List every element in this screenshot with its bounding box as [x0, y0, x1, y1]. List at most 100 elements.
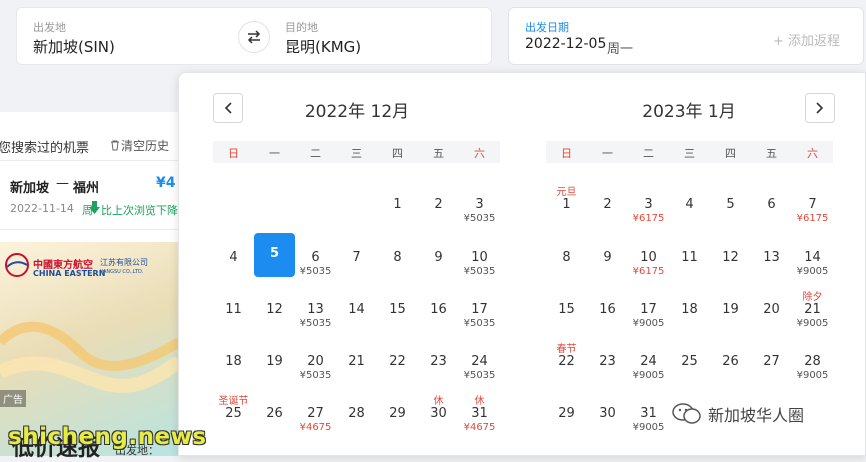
date-cell[interactable]: 31 ¥9005: [628, 386, 669, 436]
date-cell[interactable]: 19: [254, 334, 295, 384]
day-number: 15: [558, 302, 575, 317]
date-cell[interactable]: 11: [669, 230, 710, 280]
date-cell[interactable]: 21: [336, 334, 377, 384]
date-cell[interactable]: 除夕 21 ¥9005: [792, 282, 833, 332]
date-cell[interactable]: 7: [336, 230, 377, 280]
date-cell[interactable]: 11: [213, 282, 254, 332]
date-cell[interactable]: 28 ¥9005: [792, 334, 833, 384]
date-cell[interactable]: 17 ¥5035: [459, 282, 500, 332]
date-cell[interactable]: 14: [336, 282, 377, 332]
date-cell[interactable]: 12: [254, 282, 295, 332]
day-number: 11: [681, 250, 698, 265]
date-cell[interactable]: 23: [587, 334, 628, 384]
date-cell[interactable]: 17 ¥9005: [628, 282, 669, 332]
date-picker-calendar: 2022年 12月 2023年 1月 日 一 二 三 四 五 六 日 一 二 三…: [178, 72, 866, 456]
right-month-title: 2023年 1月: [642, 102, 736, 122]
date-cell[interactable]: 2: [418, 177, 459, 227]
weekday-label: 六: [474, 147, 485, 160]
date-cell[interactable]: 14 ¥9005: [792, 230, 833, 280]
dest-value[interactable]: 昆明(KMG): [285, 36, 361, 57]
route-price: ¥4: [156, 175, 176, 191]
weekday-label: 四: [725, 147, 736, 160]
day-price: ¥6175: [796, 213, 829, 224]
date-cell[interactable]: 5: [710, 177, 751, 227]
date-cell[interactable]: 9: [418, 230, 459, 280]
history-item[interactable]: 新加坡 — 福州 ¥4 2022-11-14 周 比上次浏览下降: [0, 161, 179, 229]
date-cell[interactable]: 18: [669, 282, 710, 332]
date-cell[interactable]: 1: [377, 177, 418, 227]
date-cell[interactable]: 28: [336, 386, 377, 436]
day-number: 8: [562, 250, 571, 265]
date-cell[interactable]: 9: [587, 230, 628, 280]
date-cell[interactable]: 休 31 ¥4675: [459, 386, 500, 436]
day-number: 10: [471, 250, 488, 265]
day-number: 6: [767, 197, 776, 212]
date-cell[interactable]: 30: [587, 386, 628, 436]
date-cell[interactable]: 26: [710, 334, 751, 384]
date-cell[interactable]: 春节 22: [546, 334, 587, 384]
clear-history-label: 清空历史: [121, 139, 170, 153]
date-cell[interactable]: 27 ¥4675: [295, 386, 336, 436]
day-price: ¥9005: [796, 370, 829, 381]
date-cell[interactable]: 10 ¥6175: [628, 230, 669, 280]
date-cell[interactable]: 20 ¥5035: [295, 334, 336, 384]
dest-label: 目的地: [285, 21, 318, 34]
add-return-button[interactable]: + 添加返程: [773, 30, 840, 49]
day-number: 17: [640, 302, 657, 317]
day-price: ¥6175: [632, 266, 665, 277]
day-number: 13: [307, 302, 324, 317]
date-cell[interactable]: 13: [751, 230, 792, 280]
date-cell[interactable]: 16: [418, 282, 459, 332]
day-number: 31: [471, 406, 488, 421]
selected-date-cell[interactable]: 5: [254, 233, 295, 277]
date-cell[interactable]: 8: [546, 230, 587, 280]
date-cell[interactable]: 15: [546, 282, 587, 332]
date-cell[interactable]: 26: [254, 386, 295, 436]
date-cell[interactable]: 12: [710, 230, 751, 280]
date-cell[interactable]: 16: [587, 282, 628, 332]
date-cell[interactable]: 27: [751, 334, 792, 384]
date-cell[interactable]: 22: [377, 334, 418, 384]
date-cell[interactable]: 23: [418, 334, 459, 384]
day-number: 30: [430, 406, 447, 421]
clear-history-button[interactable]: 清空历史: [110, 137, 169, 154]
day-number: 2: [434, 197, 443, 212]
date-cell[interactable]: 24 ¥9005: [628, 334, 669, 384]
day-number: 3: [475, 197, 484, 212]
date-cell[interactable]: 元旦 1: [546, 177, 587, 227]
date-cell[interactable]: 4: [669, 177, 710, 227]
date-cell[interactable]: 6 ¥5035: [295, 230, 336, 280]
date-cell[interactable]: 18: [213, 334, 254, 384]
date-cell[interactable]: 3 ¥5035: [459, 177, 500, 227]
day-number: 10: [640, 250, 657, 265]
date-cell[interactable]: 25: [669, 334, 710, 384]
date-cell[interactable]: 10 ¥5035: [459, 230, 500, 280]
day-number: 20: [763, 302, 780, 317]
date-cell[interactable]: 2: [587, 177, 628, 227]
date-cell[interactable]: 19: [710, 282, 751, 332]
date-cell[interactable]: 4: [213, 230, 254, 280]
day-price: ¥5035: [463, 266, 496, 277]
date-cell[interactable]: 圣诞节 25: [213, 386, 254, 436]
next-month-button[interactable]: [805, 93, 835, 123]
date-cell[interactable]: 6: [751, 177, 792, 227]
day-number: 24: [471, 354, 488, 369]
date-cell[interactable]: 29: [546, 386, 587, 436]
date-cell[interactable]: 13 ¥5035: [295, 282, 336, 332]
prev-month-button[interactable]: [213, 93, 243, 123]
day-number: 8: [393, 250, 402, 265]
day-number: 12: [722, 250, 739, 265]
date-cell[interactable]: 8: [377, 230, 418, 280]
china-eastern-logo-icon: [5, 253, 29, 277]
day-number: 18: [225, 354, 242, 369]
date-cell[interactable]: 3 ¥6175: [628, 177, 669, 227]
day-number: 9: [603, 250, 612, 265]
date-cell[interactable]: 24 ¥5035: [459, 334, 500, 384]
swap-button[interactable]: [238, 21, 270, 53]
date-cell[interactable]: 7 ¥6175: [792, 177, 833, 227]
date-cell[interactable]: 15: [377, 282, 418, 332]
day-number: 29: [558, 406, 575, 421]
day-number: 7: [808, 197, 817, 212]
date-field[interactable]: 出发日期 2022-12-05 周一 + 添加返程: [508, 7, 864, 65]
left-month-title: 2022年 12月: [304, 102, 410, 122]
